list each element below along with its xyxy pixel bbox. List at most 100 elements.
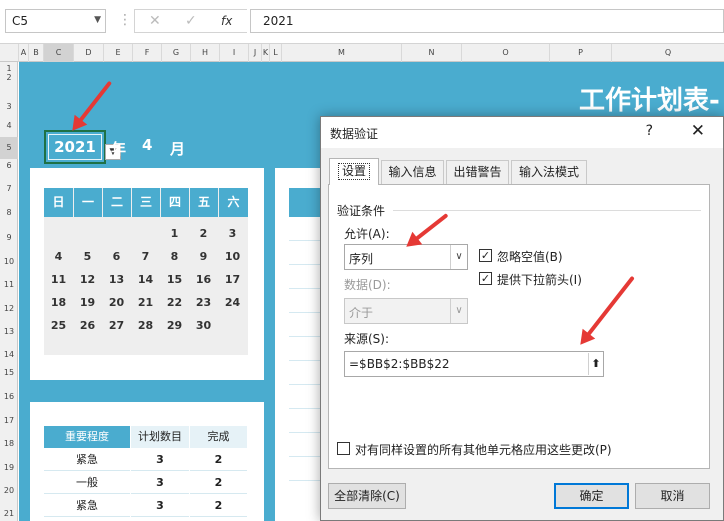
calendar-day[interactable]: 5 — [73, 245, 102, 268]
calendar-day[interactable]: 16 — [189, 268, 218, 291]
row-header[interactable]: 21 — [0, 509, 18, 518]
ok-button[interactable]: 确定 — [554, 483, 629, 509]
table-cell[interactable]: 紧急 — [44, 448, 130, 471]
row-header[interactable]: 6 — [0, 161, 18, 170]
column-header[interactable]: D — [74, 44, 104, 62]
column-header[interactable]: K — [262, 44, 270, 62]
table-cell[interactable]: 3 — [131, 471, 189, 494]
calendar-day[interactable]: 2 — [189, 222, 218, 245]
insert-function-icon[interactable]: fx — [221, 14, 232, 28]
calendar-day[interactable]: 3 — [218, 222, 247, 245]
calendar-day[interactable]: 12 — [73, 268, 102, 291]
column-header[interactable]: E — [104, 44, 133, 62]
column-header[interactable]: O — [462, 44, 550, 62]
calendar-day[interactable]: 19 — [73, 291, 102, 314]
select-all-corner[interactable] — [0, 44, 19, 62]
row-header[interactable]: 3 — [0, 102, 18, 111]
column-header[interactable]: C — [44, 44, 74, 62]
row-header[interactable]: 14 — [0, 350, 18, 359]
row-header[interactable]: 19 — [0, 463, 18, 472]
apply-all-label[interactable]: 对有同样设置的所有其他单元格应用这些更改(P) — [355, 441, 612, 458]
table-cell[interactable]: 2 — [190, 448, 247, 471]
calendar-day[interactable]: 6 — [102, 245, 131, 268]
clear-all-button[interactable]: 全部清除(C) — [328, 483, 406, 509]
calendar-day[interactable]: 13 — [102, 268, 131, 291]
row-header[interactable]: 20 — [0, 486, 18, 495]
help-icon[interactable]: ? — [646, 123, 653, 139]
calendar-day[interactable]: 18 — [44, 291, 73, 314]
cancel-icon[interactable]: ✕ — [149, 13, 161, 29]
ignore-blank-checkbox[interactable]: ✓ — [479, 249, 492, 262]
row-header[interactable]: 13 — [0, 327, 18, 336]
chevron-down-icon[interactable]: ∨ — [450, 245, 467, 269]
calendar-day[interactable]: 29 — [160, 314, 189, 337]
calendar-day[interactable]: 8 — [160, 245, 189, 268]
calendar-day[interactable]: 25 — [44, 314, 73, 337]
calendar-day[interactable]: 27 — [102, 314, 131, 337]
column-header[interactable]: H — [191, 44, 220, 62]
column-header[interactable]: Q — [612, 44, 724, 62]
name-box[interactable]: C5 ▼ — [5, 9, 106, 33]
month-value[interactable]: 4 — [142, 136, 152, 154]
dropdown-arrow-label[interactable]: 提供下拉箭头(I) — [497, 271, 582, 288]
calendar-day[interactable]: 26 — [73, 314, 102, 337]
table-cell[interactable]: 2 — [190, 471, 247, 494]
row-header[interactable]: 7 — [0, 184, 18, 193]
row-header[interactable]: 8 — [0, 208, 18, 217]
calendar-day[interactable]: 10 — [218, 245, 247, 268]
column-header[interactable]: A — [19, 44, 29, 62]
tab-ime-mode[interactable]: 输入法模式 — [511, 160, 587, 184]
row-header[interactable]: 5 — [0, 137, 18, 159]
column-header[interactable]: B — [29, 44, 44, 62]
row-header[interactable]: 18 — [0, 439, 18, 448]
column-header[interactable]: M — [282, 44, 402, 62]
column-header[interactable]: F — [133, 44, 162, 62]
formula-input[interactable]: 2021 — [250, 9, 724, 33]
apply-all-checkbox[interactable] — [337, 442, 350, 455]
row-header[interactable]: 16 — [0, 392, 18, 401]
source-input[interactable]: =$BB$2:$BB$22 — [344, 351, 604, 377]
column-header[interactable]: P — [550, 44, 612, 62]
allow-select[interactable]: 序列 ∨ — [344, 244, 468, 270]
calendar-day[interactable]: 15 — [160, 268, 189, 291]
calendar-day[interactable]: 11 — [44, 268, 73, 291]
calendar-day[interactable]: 30 — [189, 314, 218, 337]
column-header[interactable]: G — [162, 44, 191, 62]
collapse-dialog-icon[interactable]: ⬆ — [588, 353, 603, 375]
calendar-day[interactable]: 24 — [218, 291, 247, 314]
tab-settings[interactable]: 设置 — [329, 158, 379, 185]
row-header[interactable]: 9 — [0, 233, 18, 242]
table-cell[interactable]: 3 — [131, 494, 189, 517]
dialog-titlebar[interactable]: 数据验证 ? ✕ — [321, 117, 723, 148]
calendar-day[interactable]: 28 — [131, 314, 160, 337]
close-icon[interactable]: ✕ — [691, 121, 705, 141]
table-cell[interactable]: 一般 — [44, 471, 130, 494]
calendar-day[interactable]: 20 — [102, 291, 131, 314]
row-header[interactable]: 15 — [0, 368, 18, 377]
calendar-day[interactable]: 4 — [44, 245, 73, 268]
calendar-day[interactable]: 17 — [218, 268, 247, 291]
table-cell[interactable]: 紧急 — [44, 494, 130, 517]
column-header[interactable]: L — [270, 44, 282, 62]
enter-icon[interactable]: ✓ — [185, 13, 197, 29]
row-header[interactable]: 10 — [0, 257, 18, 266]
calendar-day[interactable]: 7 — [131, 245, 160, 268]
row-header[interactable]: 11 — [0, 280, 18, 289]
row-header[interactable]: 2 — [0, 73, 18, 82]
dropdown-arrow-checkbox[interactable]: ✓ — [479, 272, 492, 285]
calendar-day[interactable]: 14 — [131, 268, 160, 291]
row-header[interactable]: 12 — [0, 304, 18, 313]
calendar-day[interactable]: 23 — [189, 291, 218, 314]
ignore-blank-label[interactable]: 忽略空值(B) — [497, 248, 563, 265]
cancel-button[interactable]: 取消 — [635, 483, 710, 509]
year-cell[interactable]: 2021 — [44, 130, 106, 164]
column-header[interactable]: I — [220, 44, 249, 62]
column-header[interactable]: J — [249, 44, 262, 62]
calendar-day[interactable]: 21 — [131, 291, 160, 314]
name-box-dropdown-icon[interactable]: ▼ — [94, 15, 101, 25]
calendar-day[interactable]: 22 — [160, 291, 189, 314]
calendar-day[interactable]: 9 — [189, 245, 218, 268]
row-header[interactable]: 4 — [0, 121, 18, 130]
tab-input-message[interactable]: 输入信息 — [381, 160, 444, 184]
row-header[interactable]: 17 — [0, 416, 18, 425]
